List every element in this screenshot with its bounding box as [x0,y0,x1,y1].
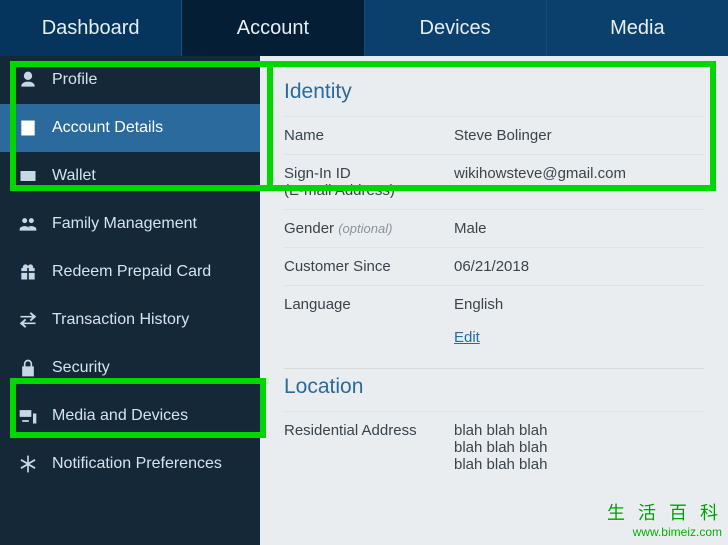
wallet-icon [18,166,38,186]
identity-name-value: Steve Bolinger [454,127,704,144]
sidebar-item-label: Media and Devices [52,407,188,425]
sidebar-item-label: Family Management [52,215,197,233]
tab-media[interactable]: Media [547,0,728,56]
lock-icon [18,358,38,378]
sidebar-item-label: Transaction History [52,311,189,329]
identity-customer-since-label: Customer Since [284,258,454,275]
identity-customer-since-value: 06/21/2018 [454,258,704,275]
location-address-value: blah blah blah blah blah blah blah blah … [454,422,704,473]
identity-language-row: Language English [284,285,704,323]
identity-signin-row: Sign-In ID (E-mail Address) wikihowsteve… [284,154,704,209]
sidebar-item-label: Redeem Prepaid Card [52,263,211,281]
tab-account[interactable]: Account [182,0,364,56]
document-icon [18,118,38,138]
sidebar-item-media-devices[interactable]: Media and Devices [0,392,260,440]
sidebar-item-redeem[interactable]: Redeem Prepaid Card [0,248,260,296]
sidebar: Profile Account Details Wallet Family Ma… [0,56,260,545]
location-section-title: Location [284,375,704,399]
sidebar-item-label: Account Details [52,119,163,137]
sidebar-item-transactions[interactable]: Transaction History [0,296,260,344]
identity-gender-row: Gender (optional) Male [284,209,704,247]
transfer-icon [18,310,38,330]
location-address-label: Residential Address [284,422,454,439]
sidebar-item-label: Security [52,359,110,377]
tab-dashboard[interactable]: Dashboard [0,0,182,56]
sidebar-item-label: Profile [52,71,97,89]
identity-gender-label: Gender (optional) [284,220,454,237]
sidebar-item-profile[interactable]: Profile [0,56,260,104]
asterisk-icon [18,454,38,474]
devices-icon [18,406,38,426]
identity-edit-link[interactable]: Edit [284,329,480,346]
identity-language-value: English [454,296,704,313]
watermark: 生 活 百 科 www.bimeiz.com [607,503,722,539]
sidebar-item-security[interactable]: Security [0,344,260,392]
sidebar-item-account-details[interactable]: Account Details [0,104,260,152]
sidebar-item-label: Wallet [52,167,96,185]
sidebar-item-wallet[interactable]: Wallet [0,152,260,200]
sidebar-item-label: Notification Preferences [52,455,222,473]
main-content: Identity Name Steve Bolinger Sign-In ID … [260,56,728,545]
person-icon [18,70,38,90]
identity-customer-since-row: Customer Since 06/21/2018 [284,247,704,285]
family-icon [18,214,38,234]
identity-name-row: Name Steve Bolinger [284,116,704,154]
location-address-row: Residential Address blah blah blah blah … [284,411,704,483]
identity-gender-value: Male [454,220,704,237]
sidebar-item-notifications[interactable]: Notification Preferences [0,440,260,488]
identity-name-label: Name [284,127,454,144]
identity-language-label: Language [284,296,454,313]
identity-signin-label: Sign-In ID (E-mail Address) [284,165,454,199]
identity-signin-value: wikihowsteve@gmail.com [454,165,704,182]
tab-devices[interactable]: Devices [365,0,547,56]
gift-icon [18,262,38,282]
identity-section-title: Identity [284,80,704,104]
top-tabs: Dashboard Account Devices Media [0,0,728,56]
section-divider [284,368,704,369]
sidebar-item-family[interactable]: Family Management [0,200,260,248]
